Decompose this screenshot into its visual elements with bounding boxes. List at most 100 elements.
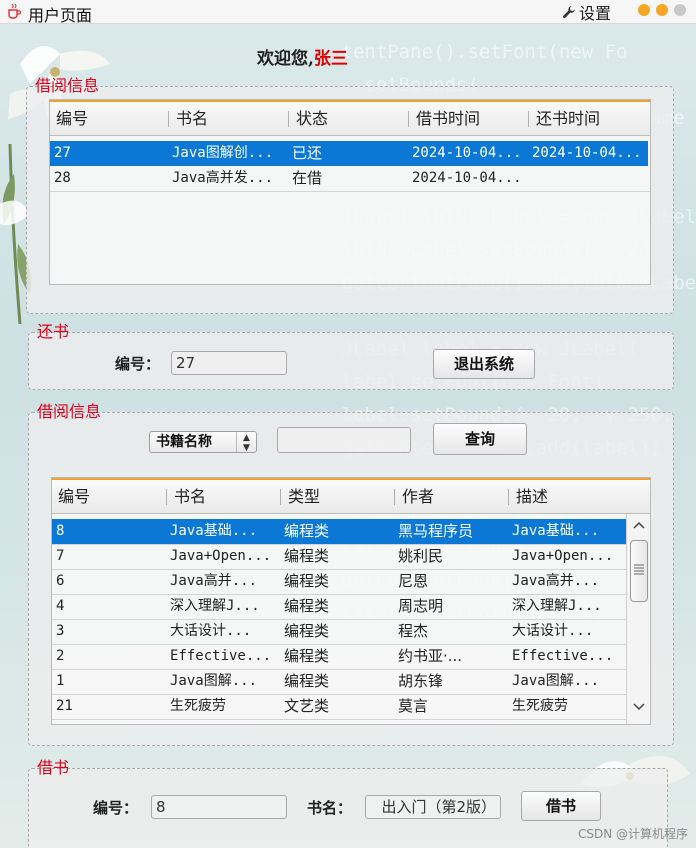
grip-icon	[634, 564, 644, 575]
cell-desc: 大话设计...	[512, 623, 594, 639]
books-table-scrollbar[interactable]	[626, 514, 650, 724]
cell-return-time: 2024-10-04...	[532, 145, 642, 161]
cell-id: 21	[56, 698, 73, 714]
watermark: CSDN @计算机程序	[577, 827, 688, 841]
column-header-borrow-time[interactable]: 借书时间	[412, 102, 480, 136]
cell-desc: 生死疲劳	[512, 698, 568, 714]
cell-type: 编程类	[284, 522, 330, 540]
cell-title: Effective...	[170, 648, 272, 664]
column-header-id[interactable]: 编号	[54, 480, 90, 514]
table-row[interactable]: 6 Java高并... 编程类 尼恩 Java高并...	[52, 569, 626, 594]
cell-desc: Java基础...	[512, 523, 600, 539]
cell-type: 编程类	[284, 622, 330, 640]
cell-desc: Effective...	[512, 648, 614, 664]
java-cup-icon	[8, 3, 22, 19]
table-row[interactable]: 3 大话设计... 编程类 程杰 大话设计...	[52, 619, 626, 644]
book-name-input[interactable]: 出入门（第2版）	[365, 795, 501, 819]
search-button[interactable]: 查询	[433, 423, 527, 455]
cell-borrow-time: 2024-10-04...	[412, 170, 522, 186]
return-book-panel: 还书 编号： 27 退出系统	[28, 322, 674, 390]
cell-id: 2	[56, 648, 65, 664]
table-row[interactable]: 7 Java+Open... 编程类 姚利民 Java+Open...	[52, 544, 626, 569]
table-row[interactable]: 27 Java图解创... 已还 2024-10-04... 2024-10-0…	[50, 141, 648, 166]
cell-author: 程杰	[398, 622, 429, 640]
books-table[interactable]: 编号 书名 类型 作者 描述 8 Java基础... 编程类 黑马程序员 Java基础.…	[51, 477, 651, 725]
cell-desc: Java图解...	[512, 673, 600, 689]
cell-status: 已还	[292, 144, 323, 162]
minimize-button[interactable]	[638, 4, 650, 16]
cell-id: 6	[56, 573, 65, 589]
return-book-title: 还书	[37, 322, 70, 341]
window-title: 用户页面	[28, 6, 93, 25]
book-search-title: 借阅信息	[37, 402, 102, 421]
scroll-down-icon[interactable]	[633, 702, 645, 712]
cell-id: 27	[54, 145, 71, 161]
book-search-panel: 借阅信息 书籍名称 ▲ ▼ 查询 编号 书名 类型 作者 描述 8 Java基础..…	[28, 402, 674, 746]
column-header-title[interactable]: 书名	[170, 480, 206, 514]
cell-author: 莫言	[398, 697, 429, 715]
scroll-up-icon[interactable]	[633, 520, 645, 530]
cell-type: 编程类	[284, 597, 330, 615]
maximize-button[interactable]	[656, 4, 668, 16]
cell-desc: Java+Open...	[512, 548, 614, 564]
column-header-description[interactable]: 描述	[512, 480, 548, 514]
borrow-records-table[interactable]: 编号 书名 状态 借书时间 还书时间 27 Java图解创... 已还 2024…	[49, 99, 651, 285]
scrollbar-thumb[interactable]	[630, 540, 648, 602]
borrow-info-title: 借阅信息	[35, 76, 100, 95]
cell-id: 7	[56, 548, 65, 564]
cell-author: 尼恩	[398, 572, 429, 590]
table-row[interactable]: 28 Java高并发... 在借 2024-10-04...	[50, 166, 648, 191]
settings-label: 设置	[579, 4, 612, 23]
cell-id: 4	[56, 598, 65, 614]
cell-title: Java+Open...	[170, 548, 272, 564]
search-field-select[interactable]: 书籍名称 ▲ ▼	[149, 431, 257, 453]
cell-title: 大话设计...	[170, 623, 252, 639]
exit-system-button[interactable]: 退出系统	[433, 349, 535, 379]
close-button[interactable]	[674, 4, 686, 16]
cell-type: 编程类	[284, 647, 330, 665]
cell-author: 周志明	[398, 597, 444, 615]
welcome-prefix: 欢迎您,	[257, 49, 314, 69]
borrow-button[interactable]: 借书	[521, 791, 601, 821]
column-header-author[interactable]: 作者	[398, 480, 434, 514]
table-row[interactable]: 8 Java基础... 编程类 黑马程序员 Java基础...	[52, 519, 626, 544]
cell-type: 编程类	[284, 672, 330, 690]
wrench-icon	[563, 6, 575, 19]
table-row[interactable]: 21 生死疲劳 文艺类 莫言 生死疲劳	[52, 694, 626, 719]
cell-author: 胡东锋	[398, 672, 444, 690]
cell-borrow-time: 2024-10-04...	[412, 145, 522, 161]
cell-desc: 深入理解J...	[512, 598, 602, 614]
return-id-input[interactable]: 27	[171, 351, 287, 375]
search-input[interactable]	[277, 427, 411, 453]
table-row[interactable]: 4 深入理解J... 编程类 周志明 深入理解J...	[52, 594, 626, 619]
table-row[interactable]: 2 Effective... 编程类 约书亚·... Effective...	[52, 644, 626, 669]
cell-title: Java基础...	[170, 523, 258, 539]
select-arrows-icon: ▲ ▼	[236, 432, 256, 453]
cell-id: 28	[54, 170, 71, 186]
column-header-return-time[interactable]: 还书时间	[532, 102, 600, 136]
table-row[interactable]: 1 Java图解... 编程类 胡东锋 Java图解...	[52, 669, 626, 694]
cell-type: 编程类	[284, 572, 330, 590]
user-name: 张三	[313, 49, 348, 69]
cell-title: Java图解创...	[172, 145, 274, 161]
borrow-info-panel: 借阅信息 编号 书名 状态 借书时间 还书时间 27 Java图解创... 已还…	[26, 76, 674, 314]
cell-status: 在借	[292, 169, 323, 187]
cell-id: 3	[56, 623, 65, 639]
borrow-book-title: 借书	[37, 758, 70, 777]
column-header-id[interactable]: 编号	[52, 102, 88, 136]
column-header-title[interactable]: 书名	[172, 102, 208, 136]
table-header: 编号 书名 状态 借书时间 还书时间	[50, 100, 650, 136]
borrow-id-input[interactable]: 8	[151, 795, 287, 819]
window-title-bar: 用户页面 设置	[0, 0, 696, 25]
cell-type: 文艺类	[284, 697, 330, 715]
cell-title: 深入理解J...	[170, 598, 260, 614]
cell-title: 生死疲劳	[170, 698, 226, 714]
borrow-book-panel: 借书 编号： 8 书名： 出入门（第2版） 借书	[28, 758, 668, 848]
settings-menu[interactable]: 设置	[562, 0, 611, 24]
column-header-status[interactable]: 状态	[292, 102, 328, 136]
welcome-message: 欢迎您,张三	[257, 44, 348, 69]
column-header-type[interactable]: 类型	[284, 480, 320, 514]
cell-author: 姚利民	[398, 547, 444, 565]
cell-title: Java高并...	[170, 573, 258, 589]
cell-return-time	[528, 166, 648, 191]
